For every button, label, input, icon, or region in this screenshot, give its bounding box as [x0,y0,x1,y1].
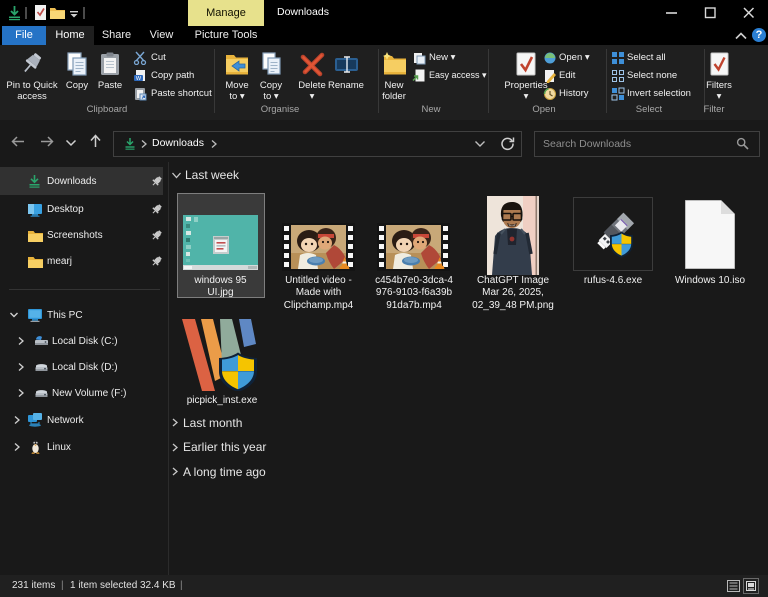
svg-text:W: W [136,76,142,82]
